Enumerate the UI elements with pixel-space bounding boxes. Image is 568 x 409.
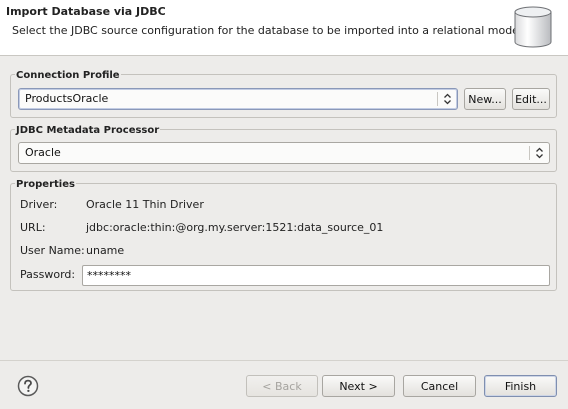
username-value: uname [86, 244, 125, 257]
metadata-processor-select[interactable]: Oracle [18, 142, 550, 164]
wizard-title: Import Database via JDBC [6, 5, 166, 18]
metadata-processor-value: Oracle [25, 146, 61, 159]
updown-icon [437, 89, 457, 109]
next-button[interactable]: Next > [322, 375, 395, 397]
password-label: Password: [20, 268, 76, 281]
connection-profile-select[interactable]: ProductsOracle [18, 88, 458, 110]
cancel-button[interactable]: Cancel [403, 375, 476, 397]
database-icon [514, 6, 552, 48]
metadata-processor-title: JDBC Metadata Processor [15, 125, 161, 136]
edit-profile-button[interactable]: Edit... [512, 88, 550, 110]
connection-profile-value: ProductsOracle [25, 92, 109, 105]
updown-icon [529, 143, 549, 163]
driver-value: Oracle 11 Thin Driver [86, 198, 204, 211]
connection-profile-title: Connection Profile [15, 70, 121, 81]
username-label: User Name: [20, 244, 85, 257]
back-button[interactable]: < Back [246, 375, 318, 397]
url-value: jdbc:oracle:thin:@org.my.server:1521:dat… [86, 221, 384, 234]
wizard-banner: Import Database via JDBC Select the JDBC… [0, 0, 568, 56]
password-field[interactable]: ******** [82, 265, 550, 286]
new-profile-button[interactable]: New... [464, 88, 506, 110]
url-label: URL: [20, 221, 46, 234]
help-icon[interactable] [17, 375, 39, 397]
finish-button[interactable]: Finish [484, 375, 557, 397]
properties-title: Properties [15, 179, 76, 190]
driver-label: Driver: [20, 198, 58, 211]
wizard-description: Select the JDBC source configuration for… [12, 24, 526, 37]
footer-separator [0, 360, 568, 361]
